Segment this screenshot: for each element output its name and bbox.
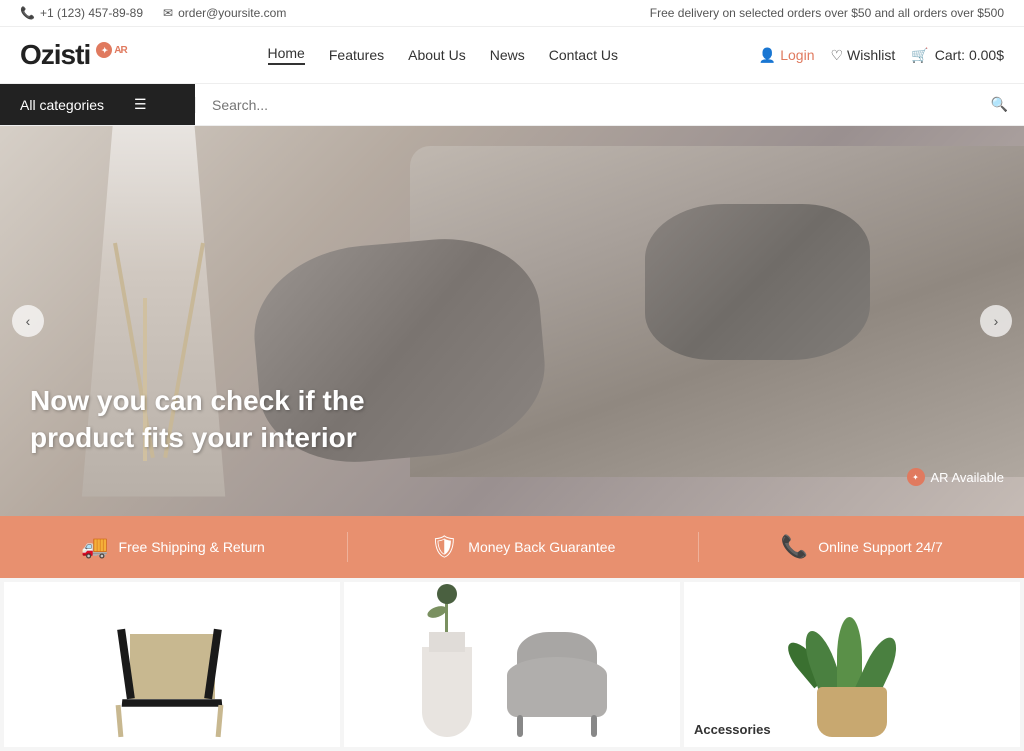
ar-icon: ✦ — [96, 42, 112, 58]
ar-available-icon: ✦ — [907, 468, 925, 486]
hamburger-icon: ☰ — [134, 96, 147, 113]
phone-number: +1 (123) 457-89-89 — [40, 6, 143, 20]
plant-pot — [817, 687, 887, 737]
cart-icon: 🛒 — [911, 47, 928, 64]
gray-chair-illustration — [497, 617, 617, 737]
support-label: Online Support 24/7 — [818, 539, 943, 555]
features-strip: 🚚 Free Shipping & Return 🛡 Money Back Gu… — [0, 516, 1024, 578]
guarantee-label: Money Back Guarantee — [468, 539, 615, 555]
lamp-stand — [82, 243, 236, 516]
nav-about[interactable]: About Us — [408, 47, 466, 63]
guarantee-icon: 🛡 — [430, 534, 458, 560]
email-info: ✉ order@yoursite.com — [163, 6, 286, 20]
nav-home[interactable]: Home — [268, 45, 305, 65]
nav-contact[interactable]: Contact Us — [549, 47, 618, 63]
vase-illustration — [407, 607, 487, 737]
chair-seat — [122, 699, 223, 707]
wishlist-button[interactable]: ♡ Wishlist — [830, 47, 895, 64]
search-input[interactable] — [212, 97, 959, 113]
cart-label: Cart: 0.00$ — [935, 47, 1004, 63]
feature-divider-2 — [698, 532, 699, 562]
cart-button[interactable]: 🛒 Cart: 0.00$ — [911, 47, 1004, 64]
promo-text: Free delivery on selected orders over $5… — [650, 6, 1004, 20]
search-submit-button[interactable]: 🔍 — [975, 88, 1024, 121]
hero-prev-button[interactable]: ‹ — [12, 305, 44, 337]
chair-leg-left — [116, 705, 124, 737]
header: Ozisti ✦ AR Home Features About Us News … — [0, 27, 1024, 84]
hero-title: Now you can check if the product fits yo… — [30, 383, 430, 456]
nav-news[interactable]: News — [490, 47, 525, 63]
logo[interactable]: Ozisti ✦ AR — [20, 39, 127, 71]
pillow-small — [645, 204, 870, 360]
feature-support: 📞 Online Support 24/7 — [781, 534, 943, 560]
support-icon: 📞 — [781, 534, 808, 560]
categories-label: All categories — [20, 97, 104, 113]
plant-illustration — [792, 617, 912, 737]
heart-icon: ♡ — [830, 47, 843, 64]
top-bar: 📞 +1 (123) 457-89-89 ✉ order@yoursite.co… — [0, 0, 1024, 27]
email-address: order@yoursite.com — [178, 6, 286, 20]
hero-next-button[interactable]: › — [980, 305, 1012, 337]
logo-ar-badge: ✦ AR — [96, 42, 126, 58]
product-grid: Accessories — [0, 578, 1024, 751]
login-button[interactable]: 👤 Login — [759, 47, 815, 64]
vase-flower — [437, 584, 457, 604]
user-icon: 👤 — [759, 47, 776, 64]
chair-illustration — [102, 597, 242, 737]
main-nav: Home Features About Us News Contact Us — [268, 45, 618, 65]
product-card-vase-chair[interactable] — [344, 582, 680, 747]
search-input-wrap — [195, 97, 975, 113]
phone-info: 📞 +1 (123) 457-89-89 — [20, 6, 143, 20]
gray-chair-body — [507, 657, 607, 717]
feature-divider-1 — [347, 532, 348, 562]
nav-features[interactable]: Features — [329, 47, 384, 63]
logo-text: Ozisti — [20, 39, 90, 71]
hero-slider: Now you can check if the product fits yo… — [0, 126, 1024, 516]
email-icon: ✉ — [163, 6, 173, 20]
phone-icon: 📞 — [20, 6, 35, 20]
search-bar: All categories ☰ 🔍 — [0, 84, 1024, 126]
feature-guarantee: 🛡 Money Back Guarantee — [430, 534, 615, 560]
nav-right: 👤 Login ♡ Wishlist 🛒 Cart: 0.00$ — [759, 47, 1004, 64]
gray-chair-leg-right — [591, 715, 597, 737]
hero-ar-badge: ✦ AR Available — [907, 468, 1004, 486]
vase-body — [422, 647, 472, 737]
login-label: Login — [780, 47, 814, 63]
chair-backpanel — [130, 634, 215, 699]
ar-available-label: AR Available — [931, 470, 1004, 485]
shipping-icon: 🚚 — [81, 534, 108, 560]
wishlist-label: Wishlist — [847, 47, 895, 63]
gray-chair-leg-left — [517, 715, 523, 737]
chair-leg-right — [216, 705, 224, 737]
categories-button[interactable]: All categories ☰ — [0, 84, 195, 125]
vase-neck — [429, 632, 465, 652]
search-icon: 🔍 — [991, 96, 1008, 112]
ar-label: AR — [114, 45, 126, 56]
product-card-chair[interactable] — [4, 582, 340, 747]
hero-image — [0, 126, 1024, 516]
hero-overlay: Now you can check if the product fits yo… — [30, 383, 430, 456]
top-bar-contact: 📞 +1 (123) 457-89-89 ✉ order@yoursite.co… — [20, 6, 286, 20]
product-label-accessories: Accessories — [694, 722, 771, 737]
shipping-label: Free Shipping & Return — [119, 539, 265, 555]
feature-shipping: 🚚 Free Shipping & Return — [81, 534, 265, 560]
product-card-accessories[interactable]: Accessories — [684, 582, 1020, 747]
